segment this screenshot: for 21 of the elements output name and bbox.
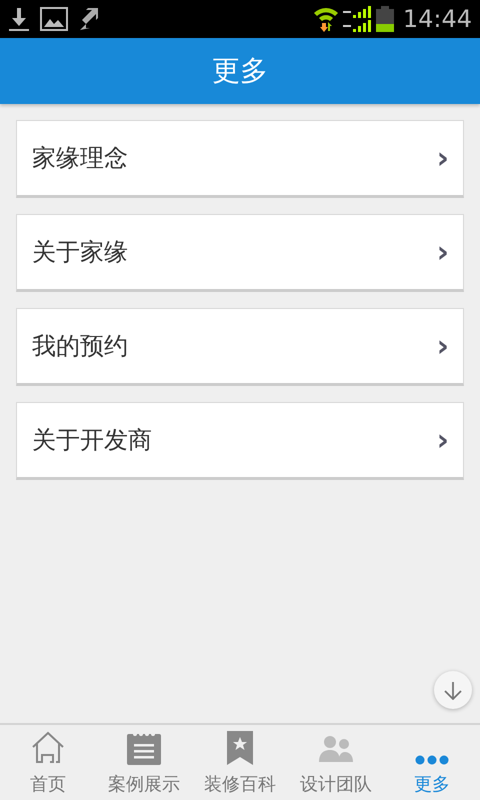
tab[interactable]: 案例展示 [96,725,192,800]
tab[interactable]: 设计团队 [288,725,384,800]
wifi-icon [312,5,339,33]
signal-icon [342,6,371,32]
tab[interactable]: 装修百科 [192,725,288,800]
home-icon [30,730,66,766]
arrow-down-icon [444,680,462,700]
menu-item[interactable]: 关于开发商 › [16,402,464,480]
menu-item[interactable]: 我的预约 › [16,308,464,386]
download-icon [8,6,30,32]
battery-icon [374,5,395,33]
bookmark-icon [226,730,254,766]
page-title: 更多 [212,53,268,89]
scroll-down-button[interactable] [434,671,472,709]
tab[interactable]: 首页 [0,725,96,800]
tab[interactable]: 更多 [384,725,480,800]
menu-item[interactable]: 关于家缘 › [16,214,464,292]
menu-item[interactable]: 家缘理念 › [16,120,464,198]
image-icon [40,7,68,31]
more-icon [414,754,450,766]
clock: 14:44 [402,5,472,33]
